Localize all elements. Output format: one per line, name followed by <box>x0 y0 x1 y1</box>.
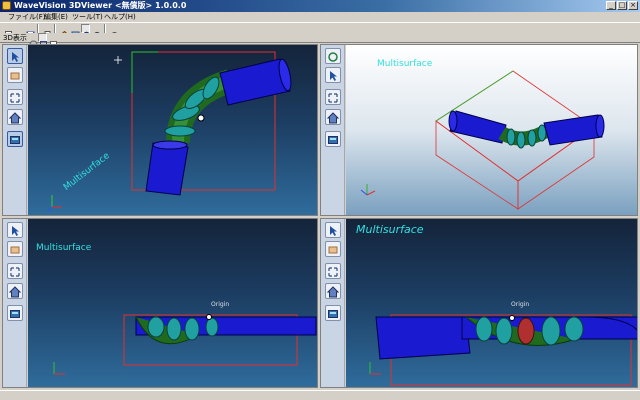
menu-edit[interactable]: 編集(E) <box>44 12 68 22</box>
box-icon[interactable] <box>7 241 23 257</box>
view-toolbar: 3D表示 <box>0 33 640 49</box>
toolbar-separator <box>104 24 106 33</box>
zoom-icon[interactable] <box>92 24 102 40</box>
maximize-button[interactable]: □ <box>617 1 627 10</box>
box-icon[interactable] <box>7 67 23 83</box>
shaded-mode-icon[interactable] <box>28 33 38 49</box>
view-icon[interactable] <box>7 305 23 321</box>
origin-label: Origin <box>511 301 530 308</box>
home-view-icon[interactable] <box>7 109 23 125</box>
fit-icon[interactable] <box>7 263 23 279</box>
view-iso-icon[interactable] <box>81 24 91 40</box>
viewport-sidebar <box>3 45 27 215</box>
viewport-label: Multisurface <box>36 243 92 253</box>
viewport-canvas[interactable]: Multisurface Origin <box>28 219 317 387</box>
fit-icon[interactable] <box>325 263 341 279</box>
print-icon[interactable] <box>42 24 52 39</box>
3d-view-label: 3D表示 <box>3 34 27 42</box>
hidden-line-icon[interactable] <box>48 33 57 48</box>
select-icon[interactable] <box>7 48 23 64</box>
viewport-sidebar <box>321 219 345 387</box>
close-button[interactable]: × <box>628 1 638 10</box>
viewport-label: Multisurface <box>377 59 433 69</box>
new-file-icon[interactable] <box>3 24 12 40</box>
view-icon[interactable] <box>7 131 23 147</box>
fit-icon[interactable] <box>7 89 23 105</box>
home-view-icon[interactable] <box>325 283 341 299</box>
viewport-bottom-right[interactable]: Multisurface Origin <box>320 218 638 388</box>
pipe-model <box>360 70 605 210</box>
select-icon[interactable] <box>7 222 23 238</box>
minimize-button[interactable]: _ <box>606 1 616 10</box>
menu-file[interactable]: ファイル(F) <box>8 12 46 22</box>
home-view-icon[interactable] <box>7 283 23 299</box>
viewport-canvas[interactable]: Multisurface <box>28 45 317 215</box>
home-view-icon[interactable] <box>325 109 341 125</box>
menu-tools[interactable]: ツール(T) <box>72 12 103 22</box>
settings-icon[interactable] <box>109 24 118 39</box>
viewport-canvas[interactable]: Multisurface Origin <box>346 219 637 387</box>
viewport-sidebar <box>3 219 27 387</box>
save-icon[interactable] <box>25 24 35 40</box>
window-title: WaveVision 3DViewer <無償版> 1.0.0.0 <box>14 1 187 10</box>
status-bar <box>0 390 640 400</box>
viewport-label: Multisurface <box>356 223 424 236</box>
view-icon[interactable] <box>325 305 341 321</box>
viewport-top-left[interactable]: Multisurface <box>2 44 318 216</box>
viewport-top-right[interactable]: Multisurface <box>320 44 638 216</box>
open-folder-icon[interactable] <box>14 24 24 40</box>
pipe-model <box>369 314 637 386</box>
viewport-sidebar <box>321 45 345 215</box>
select-icon[interactable] <box>325 67 341 83</box>
menu-help[interactable]: ヘルプ(H) <box>104 12 136 22</box>
box-icon[interactable] <box>325 241 341 257</box>
home-icon[interactable] <box>59 24 70 40</box>
viewport-canvas[interactable]: Multisurface <box>346 45 637 215</box>
toolbar-separator <box>54 24 56 33</box>
rotate-icon[interactable] <box>325 48 341 64</box>
view-front-icon[interactable] <box>70 24 80 40</box>
main-toolbar <box>0 22 640 40</box>
wire-mode-icon[interactable] <box>38 33 47 48</box>
menu-bar: ファイル(F) 編集(E) ツール(T) ヘルプ(H) <box>0 12 640 22</box>
title-bar: WaveVision 3DViewer <無償版> 1.0.0.0 _ □ × <box>0 0 640 12</box>
viewport-bottom-left[interactable]: Multisurface Origin <box>2 218 318 388</box>
fit-icon[interactable] <box>325 89 341 105</box>
origin-label: Origin <box>211 301 230 308</box>
app-window: WaveVision 3DViewer <無償版> 1.0.0.0 _ □ × … <box>0 0 640 400</box>
viewport-area: Multisurface Multisurface Multisurface O… <box>0 44 640 390</box>
toolbar-separator <box>37 24 39 33</box>
view-icon[interactable] <box>325 131 341 147</box>
app-icon <box>2 1 11 10</box>
select-icon[interactable] <box>325 222 341 238</box>
